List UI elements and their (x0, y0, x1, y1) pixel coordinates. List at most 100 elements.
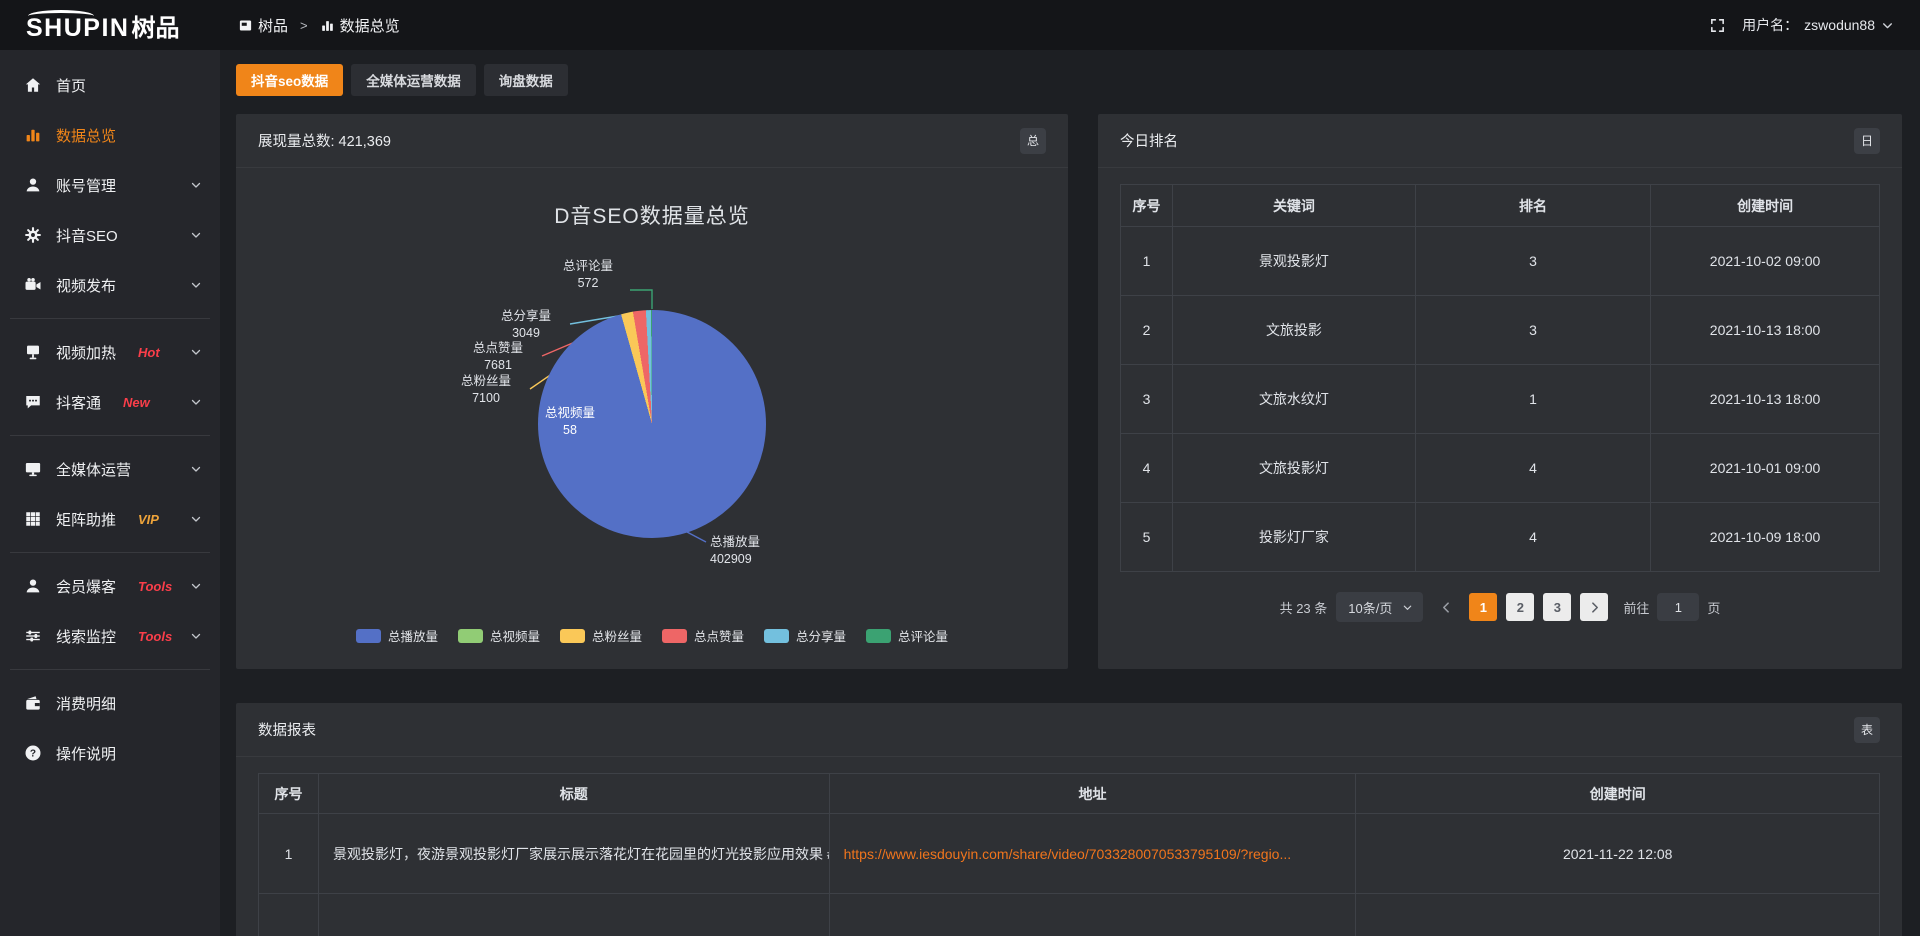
fullscreen-icon[interactable] (1709, 17, 1726, 34)
sidebar-item-label: 全媒体运营 (56, 459, 131, 480)
sidebar-item-视频发布[interactable]: 视频发布 (0, 260, 220, 310)
tab-bar: 抖音seo数据全媒体运营数据询盘数据 (236, 64, 1902, 96)
sidebar-item-label: 线索监控 (56, 626, 116, 647)
screen-icon (24, 343, 42, 361)
page-button-1[interactable]: 1 (1469, 593, 1497, 621)
tab-抖音seo数据[interactable]: 抖音seo数据 (236, 64, 343, 96)
prev-page-button[interactable] (1432, 593, 1460, 621)
tab-询盘数据[interactable]: 询盘数据 (484, 64, 568, 96)
legend-item-总播放量[interactable]: 总播放量 (356, 626, 438, 645)
sidebar-item-操作说明[interactable]: ?操作说明 (0, 728, 220, 778)
legend-item-总点赞量[interactable]: 总点赞量 (662, 626, 744, 645)
cell-created: 2021-10-02 09:00 (1651, 227, 1880, 296)
breadcrumb-separator: > (300, 18, 308, 33)
sliders-icon (24, 627, 42, 645)
person-icon (24, 577, 42, 595)
sidebar-divider (10, 669, 210, 670)
sidebar: 首页数据总览账号管理抖音SEO 视频发布视频加热 Hot 抖客通New 全媒体运营矩阵助… (0, 50, 220, 936)
goto-page-input[interactable]: 1 (1657, 593, 1699, 621)
column-header: 关键词 (1173, 185, 1416, 227)
sidebar-item-数据总览[interactable]: 数据总览 (0, 110, 220, 160)
breadcrumb-label: 树品 (258, 15, 288, 36)
chevron-down-icon (190, 463, 202, 475)
app-icon (238, 18, 253, 33)
table-row: 3文旅水纹灯12021-10-13 18:00 (1121, 365, 1880, 434)
table-row (259, 894, 1880, 936)
username-value: zswodun88 (1804, 17, 1875, 33)
username-label: 用户名： (1742, 15, 1798, 35)
breadcrumb-item[interactable]: 数据总览 (320, 15, 400, 36)
sidebar-item-账号管理[interactable]: 账号管理 (0, 160, 220, 210)
legend-item-总粉丝量[interactable]: 总粉丝量 (560, 626, 642, 645)
legend-swatch (662, 629, 687, 643)
cell-title: 景观投影灯，夜游景观投影灯厂家展示展示落花灯在花园里的灯光投影应用效果 #投 (319, 814, 830, 894)
cell-url: https://www.iesdouyin.com/share/video/70… (829, 814, 1356, 894)
page-size-select[interactable]: 10条/页 (1336, 592, 1423, 622)
cell-empty (829, 894, 1356, 936)
pie-label-name: 总点赞量 (458, 340, 538, 357)
page-button-2[interactable]: 2 (1506, 593, 1534, 621)
cell-created: 2021-10-01 09:00 (1651, 434, 1880, 503)
cell-no: 1 (1121, 227, 1173, 296)
sidebar-item-label: 视频加热 (56, 342, 116, 363)
pie-label: 总点赞量7681 (458, 340, 538, 374)
home-icon (24, 76, 42, 94)
pie-label-value: 3049 (486, 325, 566, 342)
sidebar-item-会员爆客[interactable]: 会员爆客Tools (0, 561, 220, 611)
pie-label: 总分享量3049 (486, 308, 566, 342)
chevron-down-icon (190, 630, 202, 642)
column-header: 创建时间 (1651, 185, 1880, 227)
table-badge[interactable]: 表 (1854, 717, 1880, 743)
legend-swatch (764, 629, 789, 643)
sidebar-item-线索监控[interactable]: 线索监控Tools (0, 611, 220, 661)
pagination: 共 23 条 10条/页 123 前往 1 页 (1098, 592, 1902, 622)
day-badge[interactable]: 日 (1854, 128, 1880, 154)
sidebar-item-抖音SEO[interactable]: 抖音SEO (0, 210, 220, 260)
pie-label: 总播放量402909 (710, 534, 760, 568)
report-link[interactable]: https://www.iesdouyin.com/share/video/70… (844, 846, 1292, 862)
chevron-down-icon (190, 513, 202, 525)
sidebar-item-矩阵助推[interactable]: 矩阵助推VIP (0, 494, 220, 544)
user-menu[interactable]: 用户名： zswodun88 (1742, 15, 1894, 35)
legend-swatch (560, 629, 585, 643)
legend-item-总视频量[interactable]: 总视频量 (458, 626, 540, 645)
breadcrumb-item[interactable]: 树品 (238, 15, 288, 36)
sidebar-item-抖客通[interactable]: 抖客通New (0, 377, 220, 427)
legend-item-总分享量[interactable]: 总分享量 (764, 626, 846, 645)
cell-empty (259, 894, 319, 936)
pie-label-value: 7681 (458, 357, 538, 374)
sidebar-item-全媒体运营[interactable]: 全媒体运营 (0, 444, 220, 494)
sidebar-item-消费明细[interactable]: 消费明细 (0, 678, 220, 728)
main-content: 抖音seo数据全媒体运营数据询盘数据 展现量总数: 421,369 总 D音SE… (220, 50, 1920, 936)
column-header: 排名 (1415, 185, 1650, 227)
cell-no: 3 (1121, 365, 1173, 434)
report-panel: 数据报表 表 序号标题地址创建时间 1景观投影灯，夜游景观投影灯厂家展示展示落花… (236, 703, 1902, 936)
next-page-button[interactable] (1580, 593, 1608, 621)
header-right: 用户名： zswodun88 (1709, 15, 1920, 35)
legend-label: 总评论量 (898, 626, 948, 645)
sidebar-item-tag: Hot (138, 345, 160, 360)
sidebar-item-视频加热[interactable]: 视频加热 Hot (0, 327, 220, 377)
ranking-panel: 今日排名 日 序号关键词排名创建时间 1景观投影灯32021-10-02 09:… (1098, 114, 1902, 669)
total-badge[interactable]: 总 (1020, 128, 1046, 154)
legend-swatch (356, 629, 381, 643)
grid-icon (24, 510, 42, 528)
cell-rank: 3 (1415, 296, 1650, 365)
sidebar-item-label: 数据总览 (56, 125, 116, 146)
goto-label: 前往 (1623, 598, 1649, 617)
pie-label-name: 总视频量 (530, 405, 610, 422)
pie-label-value: 572 (548, 275, 628, 292)
sidebar-item-label: 抖音SEO (56, 225, 118, 246)
tab-全媒体运营数据[interactable]: 全媒体运营数据 (351, 64, 476, 96)
top-header: SHUPIN 树品 树品 > 数据总览 用户名： zswodun88 (0, 0, 1920, 50)
logo[interactable]: SHUPIN 树品 (0, 8, 222, 43)
monitor-icon (24, 460, 42, 478)
pie-label: 总评论量572 (548, 258, 628, 292)
cell-created: 2021-10-09 18:00 (1651, 503, 1880, 572)
legend-item-总评论量[interactable]: 总评论量 (866, 626, 948, 645)
overview-summary: 展现量总数: 421,369 (258, 130, 391, 151)
bar-chart-icon (24, 126, 42, 144)
sidebar-item-首页[interactable]: 首页 (0, 60, 220, 110)
legend-label: 总点赞量 (694, 626, 744, 645)
page-button-3[interactable]: 3 (1543, 593, 1571, 621)
